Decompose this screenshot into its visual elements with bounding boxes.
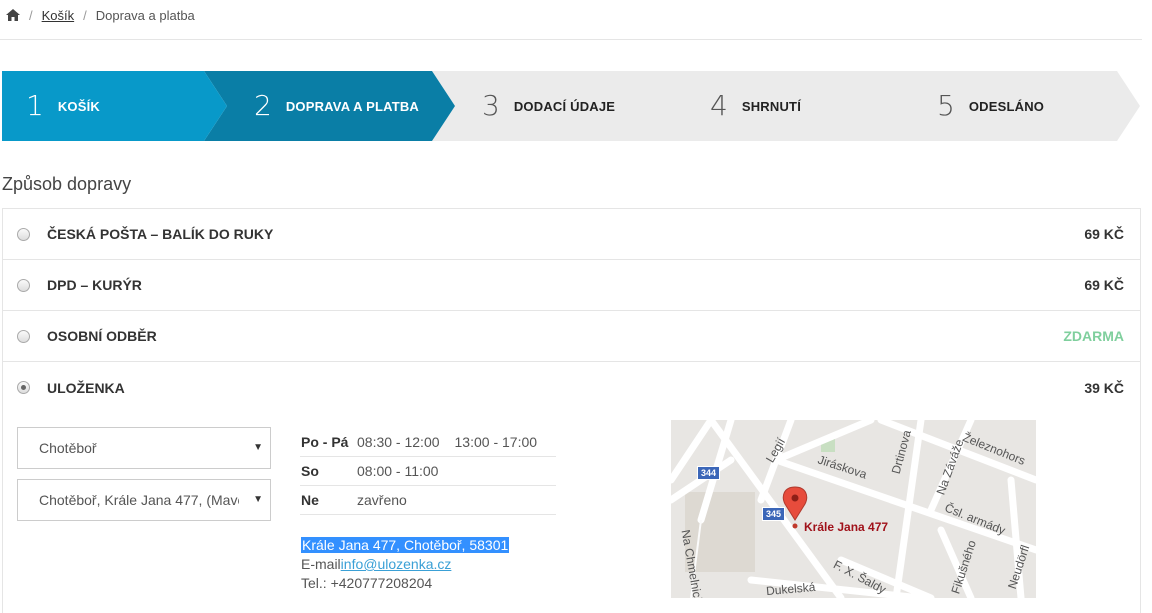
step-number: 1	[26, 89, 44, 122]
branch-select-value: Chotěboř, Krále Jana 477, (Mave	[39, 492, 239, 508]
shipping-radio[interactable]	[17, 227, 30, 241]
road-shield: 345	[762, 507, 786, 521]
step-number: 3	[482, 89, 500, 122]
step-label: DOPRAVA A PLATBA	[285, 98, 420, 114]
branch-map[interactable]: 344 345 Krále Jana 477 Legií Jiráskova D…	[671, 420, 1036, 598]
step-delivery-details: 3 DODACÍ ÚDAJE	[482, 71, 615, 141]
hours-day: Ne	[301, 492, 319, 508]
step-sent: 5 ODESLÁNO	[937, 71, 1044, 141]
shipping-option-dpd[interactable]: DPD – KURÝR 69 KČ	[3, 260, 1140, 311]
shipping-radio-selected[interactable]	[17, 381, 30, 394]
address-text: Krále Jana 477, Chotěboř, 58301	[301, 537, 510, 553]
step-shipping-payment: 2 DOPRAVA A PLATBA	[254, 71, 419, 141]
breadcrumb: / Košík / Doprava a platba	[6, 6, 195, 24]
shipping-radio[interactable]	[17, 329, 30, 343]
branch-address: Krále Jana 477, Chotěboř, 58301 E-mailin…	[301, 536, 510, 593]
breadcrumb-link-cart[interactable]: Košík	[42, 8, 75, 23]
step-label: SHRNUTÍ	[741, 98, 802, 114]
step-number: 4	[710, 89, 728, 122]
checkout-steps: 1 KOŠÍK 2 DOPRAVA A PLATBA 3 DODACÍ ÚDAJ…	[2, 71, 1140, 141]
hours-day: Po - Pá	[301, 434, 349, 450]
hours-time: 08:30 - 12:00	[357, 434, 440, 450]
shipping-option-price: 69 KČ	[1084, 226, 1124, 242]
step-summary: 4 SHRNUTÍ	[710, 71, 801, 141]
shipping-option-price: ZDARMA	[1063, 328, 1124, 344]
hours-day: So	[301, 463, 319, 479]
hours-time: 08:00 - 11:00	[357, 463, 439, 479]
hours-time: 13:00 - 17:00	[454, 434, 538, 450]
step-number: 5	[937, 89, 955, 122]
shipping-radio[interactable]	[17, 278, 30, 292]
shipping-option-name: OSOBNÍ ODBĚR	[47, 328, 157, 344]
email-link[interactable]: info@ulozenka.cz	[341, 556, 452, 572]
step-cart[interactable]: 1 KOŠÍK	[26, 71, 100, 141]
breadcrumb-separator: /	[29, 7, 33, 23]
shipping-option-name: ULOŽENKA	[47, 379, 125, 396]
home-icon[interactable]	[6, 9, 20, 21]
breadcrumb-separator: /	[83, 7, 87, 23]
hours-row: So 08:00 - 11:00	[300, 457, 556, 486]
shipping-option-personal-pickup[interactable]: OSOBNÍ ODBĚR ZDARMA	[3, 311, 1140, 362]
map-pin-label: Krále Jana 477	[804, 520, 889, 534]
opening-hours: Po - Pá 08:30 - 12:00 13:00 - 17:00 So 0…	[300, 428, 556, 515]
step-label: DODACÍ ÚDAJE	[513, 98, 616, 114]
dropdown-arrow-icon: ▼	[253, 494, 263, 505]
phone-text: Tel.: +420777208204	[301, 575, 433, 591]
road-shield: 344	[697, 466, 721, 480]
email-label: E-mail	[301, 556, 341, 572]
divider	[0, 39, 1142, 40]
branch-select[interactable]: Chotěboř, Krále Jana 477, (Mave ▼	[17, 479, 271, 521]
city-select-value: Chotěboř	[39, 440, 97, 456]
shipping-option-ulozenka[interactable]: ULOŽENKA 39 KČ	[3, 362, 1140, 413]
shipping-title: Způsob dopravy	[2, 174, 132, 194]
hours-row: Ne zavřeno	[300, 486, 556, 515]
breadcrumb-current: Doprava a platba	[95, 7, 195, 23]
shipping-option-price: 69 KČ	[1084, 277, 1124, 293]
hours-row: Po - Pá 08:30 - 12:00 13:00 - 17:00	[300, 428, 556, 457]
hours-time: zavřeno	[357, 492, 407, 508]
shipping-option-price: 39 KČ	[1084, 379, 1124, 396]
step-number: 2	[254, 89, 272, 122]
shipping-option-name: DPD – KURÝR	[47, 277, 142, 293]
shipping-option-ceska-posta[interactable]: ČESKÁ POŠTA – BALÍK DO RUKY 69 KČ	[3, 209, 1140, 260]
city-select[interactable]: Chotěboř ▼	[17, 427, 271, 469]
step-label: ODESLÁNO	[968, 98, 1045, 114]
step-label: KOŠÍK	[57, 98, 100, 114]
dropdown-arrow-icon: ▼	[253, 442, 263, 453]
shipping-option-name: ČESKÁ POŠTA – BALÍK DO RUKY	[47, 226, 274, 242]
